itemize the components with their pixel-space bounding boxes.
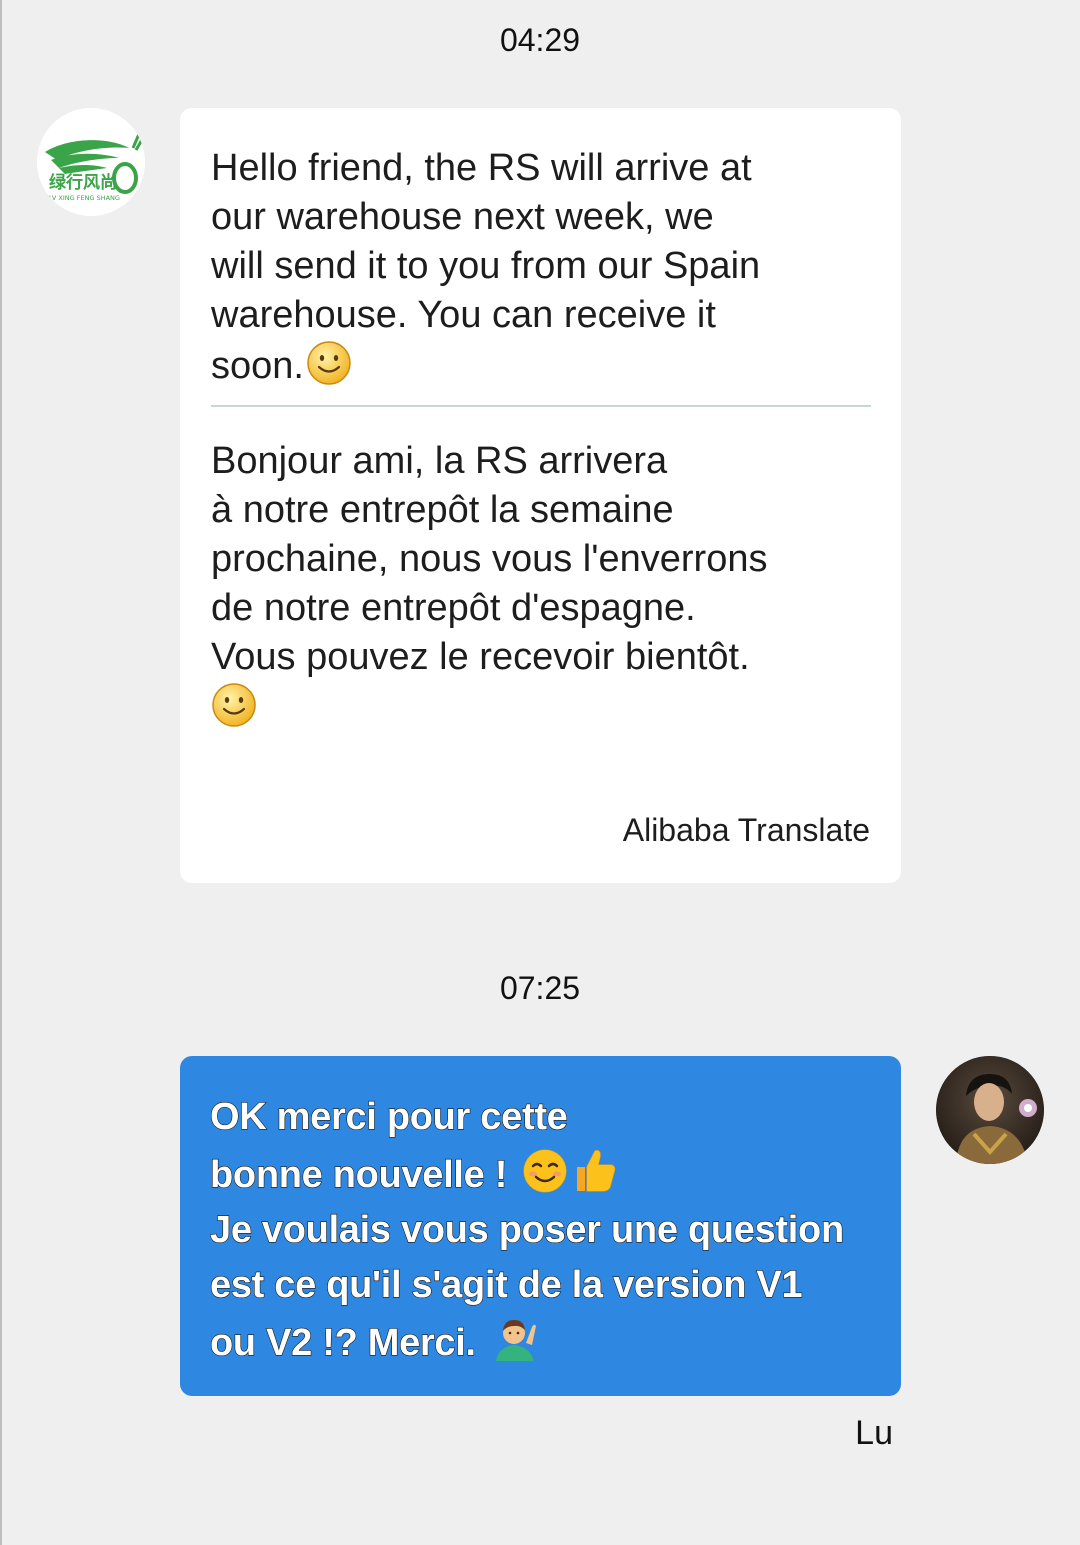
message-line: bonne nouvelle ! — [209, 1153, 518, 1196]
sender-name: Lu — [855, 1414, 893, 1452]
translation-divider — [211, 405, 871, 407]
smile-emoji-icon — [212, 683, 256, 727]
thumbs-up-emoji-icon — [577, 1150, 616, 1192]
smile-emoji-icon — [307, 341, 351, 385]
window-edge — [0, 0, 2, 1545]
blush-smile-emoji-icon — [523, 1149, 567, 1193]
outgoing-message-text: OK merci pour cette bonne nouvelle ! Je … — [209, 1090, 871, 1371]
seller-logo-icon: 绿行风尚 LV XING FENG SHANG — [37, 108, 145, 216]
outgoing-message-bubble[interactable]: OK merci pour cette bonne nouvelle ! Je … — [180, 1056, 901, 1396]
message-line: ou V2 !? Merci. — [209, 1321, 487, 1364]
man-raising-hand-emoji-icon — [496, 1320, 537, 1361]
user-photo-icon — [936, 1056, 1044, 1164]
message-line: est ce qu'il s'agit de la version V1 — [209, 1263, 803, 1306]
logo-caption: LV XING FENG SHANG — [49, 194, 120, 202]
message-line: Je voulais vous poser une question — [209, 1208, 844, 1251]
user-photo-avatar[interactable] — [936, 1056, 1044, 1164]
svg-text:绿行风尚: 绿行风尚 — [49, 172, 117, 193]
original-message-text: Hello friend, the RS will arrive at our … — [211, 147, 761, 387]
message-timestamp: 07:25 — [499, 970, 581, 1006]
message-line: OK merci pour cette — [209, 1095, 568, 1138]
incoming-message-bubble[interactable]: Hello friend, the RS will arrive at our … — [180, 108, 901, 883]
seller-logo-avatar[interactable]: 绿行风尚 LV XING FENG SHANG — [37, 108, 145, 216]
translation-credit: Alibaba Translate — [622, 812, 870, 848]
translated-message-text: Bonjour ami, la RS arrivera à notre entr… — [211, 437, 871, 733]
message-timestamp: 04:29 — [499, 22, 581, 58]
